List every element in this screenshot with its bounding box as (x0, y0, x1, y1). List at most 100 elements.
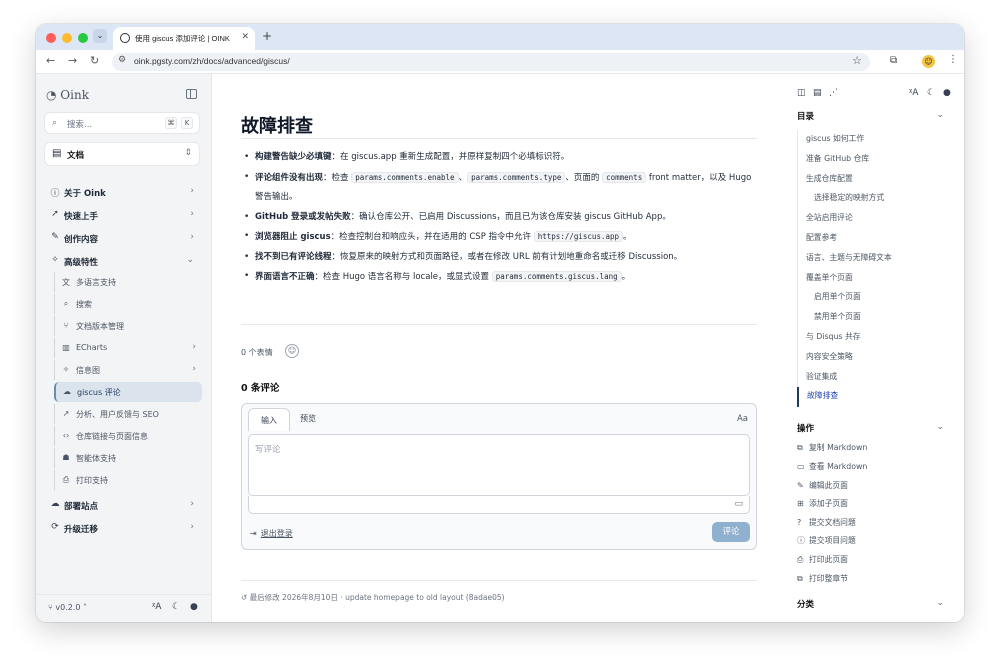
toc-item[interactable]: 验证集成 (798, 368, 957, 388)
text-format-toggle[interactable]: Aa (737, 414, 748, 424)
submit-comment-button[interactable]: 评论 (712, 522, 750, 542)
close-window-button[interactable] (46, 33, 56, 43)
tab-preview[interactable]: 预览 (288, 404, 328, 430)
copy-markdown-action[interactable]: ⧉ 复制 Markdown (797, 442, 867, 460)
sidebar-subitem-label: 打印支持 (76, 476, 108, 485)
analytics-icon: ↗ (62, 409, 70, 418)
extensions-icon[interactable]: ⧉ (890, 55, 897, 66)
sidebar-item-label: 创作内容 (64, 235, 99, 245)
sidebar-item-about[interactable]: ⓘ 关于 Oink › (44, 182, 202, 202)
search-icon: ⌕ (52, 118, 58, 128)
reload-icon[interactable]: ↻ (90, 54, 99, 67)
toc-item-active[interactable]: 故障排查 (797, 387, 957, 408)
toc-item[interactable]: 语言、主题与无障碍文本 (798, 249, 957, 269)
sidebar-item-label: 部署站点 (64, 502, 99, 512)
tab-list-chevron-icon[interactable]: ⌄ (93, 29, 107, 43)
translate-icon[interactable]: ᵡA (909, 88, 918, 98)
sidebar-subitem-echarts[interactable]: ▥ ECharts › (54, 338, 202, 358)
layout-toggle-icon[interactable]: ◫ (797, 88, 806, 98)
github-icon[interactable]: ● (190, 602, 198, 612)
toc-item[interactable]: 与 Disqus 共存 (798, 328, 957, 348)
list-item-term: 界面语言不正确 (255, 272, 315, 282)
view-markdown-action[interactable]: ▭ 查看 Markdown (797, 461, 867, 479)
logo-mark-icon: ◔ (46, 88, 61, 102)
comment-placeholder: 写评论 (255, 445, 281, 455)
sidebar-subitem-i18n[interactable]: 文 多语言支持 (54, 272, 202, 292)
sidebar-subitem-agents[interactable]: ☗ 智能体支持 (54, 448, 202, 468)
sidebar-subitem-versioning[interactable]: ⑂ 文档版本管理 (54, 316, 202, 336)
add-child-page-action[interactable]: ⊞ 添加子页面 (797, 498, 848, 516)
sidebar-item-deploy[interactable]: ☁ 部署站点 › (44, 495, 202, 515)
chevron-down-icon: ⌄ (186, 255, 194, 265)
back-icon[interactable]: ← (46, 54, 55, 67)
toc-item[interactable]: 配置参考 (798, 229, 957, 249)
tab-close-icon[interactable]: ✕ (241, 32, 249, 42)
comment-textarea[interactable]: 写评论 (248, 434, 750, 496)
chevron-right-icon: › (190, 522, 194, 532)
new-tab-icon[interactable]: + (262, 29, 272, 43)
inline-code: params.comments.giscus.lang (491, 271, 622, 282)
sidebar-item-authoring[interactable]: ✎ 创作内容 › (44, 228, 202, 248)
toc-item[interactable]: giscus 如何工作 (798, 130, 957, 150)
maximize-window-button[interactable] (78, 33, 88, 43)
toc-item[interactable]: 准备 GitHub 仓库 (798, 150, 957, 170)
sidebar-item-migrate[interactable]: ⟳ 升级迁移 › (44, 518, 202, 538)
printer-icon: ⎙ (62, 475, 70, 484)
print-section-action[interactable]: ⧉ 打印整章节 (797, 573, 848, 591)
forward-icon[interactable]: → (68, 54, 77, 67)
list-item-text: 、页面的 (565, 172, 603, 183)
moon-icon[interactable]: ☾ (927, 88, 935, 98)
sidebar-subitem-print[interactable]: ⎙ 打印支持 (54, 470, 202, 490)
toc-subitem[interactable]: 选择稳定的映射方式 (798, 189, 957, 209)
browser-menu-icon[interactable]: ⋮ (948, 54, 958, 65)
sidebar-subitem-infographic[interactable]: ✧ 信息图 › (54, 360, 202, 380)
sidebar-subitem-label: 智能体支持 (76, 454, 116, 463)
chevron-down-icon[interactable]: ⌄ (936, 422, 944, 432)
print-page-action[interactable]: ⎙ 打印此页面 (797, 554, 848, 572)
version-switcher[interactable]: ⑂ v0.2.0 ˄ (48, 603, 87, 612)
book-icon[interactable]: ▤ (813, 88, 822, 98)
edit-page-action[interactable]: ✎ 编辑此页面 (797, 480, 848, 498)
site-info-icon[interactable]: ⚙ (118, 55, 126, 65)
toc-item[interactable]: 覆盖单个页面 (798, 269, 957, 289)
url-field[interactable]: ⚙ oink.pgsty.com/zh/docs/advanced/giscus… (112, 53, 870, 71)
minimize-window-button[interactable] (62, 33, 72, 43)
copy-icon: ⧉ (797, 443, 803, 452)
list-item-text: 。 (623, 232, 632, 242)
toc-subitem[interactable]: 禁用单个页面 (798, 308, 957, 328)
sidebar-item-quickstart[interactable]: ➚ 快速上手 › (44, 205, 202, 225)
favicon-icon (120, 33, 130, 43)
rss-icon[interactable]: ⋰ (829, 88, 838, 98)
chevron-down-icon[interactable]: ⌄ (936, 598, 944, 608)
sidebar-subitem-analytics[interactable]: ↗ 分析、用户反馈与 SEO (54, 404, 202, 424)
report-project-issue-action[interactable]: ⓘ 提交项目问题 (797, 535, 856, 553)
github-icon[interactable]: ● (943, 88, 951, 98)
browser-window: ⌄ 使用 giscus 添加评论 | OINK ✕ + ← → ↻ ⚙ oink… (36, 24, 964, 622)
toc-item[interactable]: 全站启用评论 (798, 209, 957, 229)
sidebar-toggle-icon[interactable] (186, 89, 197, 99)
add-reaction-smiley-icon[interactable]: ☺ (285, 344, 299, 358)
moon-icon[interactable]: ☾ (172, 602, 180, 612)
sidebar-subitem-giscus[interactable]: ☁ giscus 评论 (54, 382, 202, 402)
site-logo[interactable]: ◔ Oink (46, 88, 89, 102)
last-modified: ↺ 最后修改 2026年8月10日 · update homepage to o… (241, 592, 505, 603)
sidebar-subitem-repo-links[interactable]: ‹› 仓库链接与页面信息 (54, 426, 202, 446)
translate-icon[interactable]: ᵡA (152, 602, 161, 612)
browser-tab[interactable]: 使用 giscus 添加评论 | OINK ✕ (113, 27, 255, 50)
toc-item[interactable]: 内容安全策略 (798, 348, 957, 368)
sidebar-subitem-search[interactable]: ⌕ 搜索 (54, 294, 202, 314)
toc-subitem[interactable]: 启用单个页面 (798, 288, 957, 308)
bookmark-star-icon[interactable]: ☆ (852, 54, 862, 67)
signout-link[interactable]: ⇥ 退出登录 (250, 528, 293, 539)
chevron-down-icon[interactable]: ⌄ (936, 110, 944, 120)
search-input[interactable]: ⌕ 搜索... ⌘ K (44, 112, 200, 134)
report-doc-issue-action[interactable]: ? 提交文档问题 (797, 517, 856, 535)
chevron-right-icon: › (190, 499, 194, 509)
sidebar-item-advanced[interactable]: ✧ 高级特性 ⌄ (44, 251, 202, 271)
toc-item[interactable]: 生成仓库配置 (798, 170, 957, 190)
tab-write[interactable]: 输入 (248, 408, 290, 431)
doc-section-select[interactable]: ▤ 文档 ⇕ (44, 142, 200, 166)
chart-icon: ▥ (62, 343, 70, 352)
profile-avatar[interactable]: ☺ (922, 55, 935, 68)
list-item: 界面语言不正确：检查 Hugo 语言名称与 locale，或显式设置 param… (241, 267, 761, 288)
